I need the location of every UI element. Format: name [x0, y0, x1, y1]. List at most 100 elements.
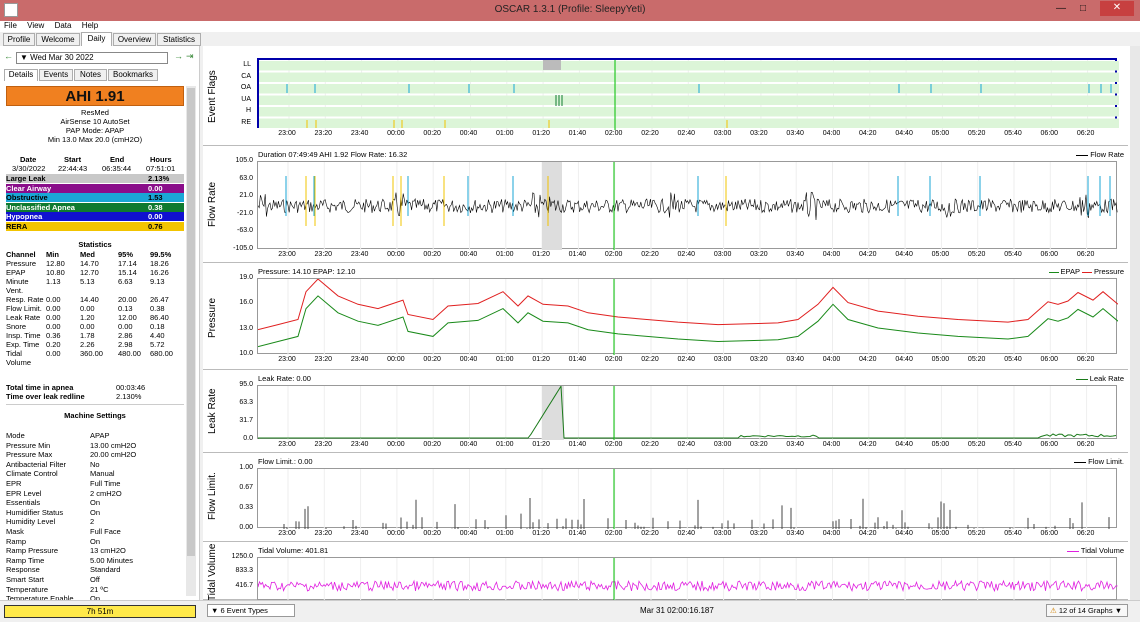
- x-tick-label: 01:00: [496, 130, 514, 137]
- x-tick-label: 06:00: [1040, 441, 1059, 448]
- x-tick-label: 04:20: [859, 130, 877, 137]
- plot-flowlim[interactable]: [257, 468, 1117, 529]
- tab-daily[interactable]: Daily: [81, 32, 112, 46]
- stats-value: 0.00: [46, 295, 61, 304]
- next-day-icon[interactable]: →: [174, 51, 183, 61]
- stats-row: EPAP 10.80 12.70 15.14 16.26: [6, 268, 184, 277]
- close-button[interactable]: ✕: [1100, 1, 1134, 16]
- event-types-dropdown[interactable]: ▼ 6 Event Types: [207, 604, 295, 617]
- panel-leak[interactable]: Leak Rate Leak Rate: 0.00 Leak Rate 95.0 63.…: [203, 371, 1128, 453]
- scrollbar-thumb[interactable]: [187, 88, 195, 556]
- x-tick-label: 00:40: [459, 251, 478, 258]
- x-tick-label: 06:20: [1076, 251, 1095, 258]
- session-header: Date Start End Hours: [6, 155, 184, 164]
- x-tick-label: 01:40: [568, 251, 587, 258]
- setting-row: Response Standard: [6, 565, 184, 574]
- x-tick-label: 04:20: [859, 530, 877, 537]
- x-axis-ticks: 23:00 23:20 23:40 00:00 00:20 00:40 01:00 01:20…: [257, 530, 1117, 539]
- svg-flags: [259, 60, 1119, 130]
- panel-flags[interactable]: Event Flags LL CA OA UA H RE 23:00 23:20 23:40 00:…: [203, 46, 1128, 146]
- plot-leak[interactable]: [257, 385, 1117, 440]
- menu-file[interactable]: File: [4, 21, 17, 30]
- stats-value: 12.00: [118, 313, 137, 322]
- date-value: Wed Mar 30 2022: [30, 53, 94, 62]
- left-scrollbar[interactable]: [186, 86, 196, 596]
- subtab-bookmarks[interactable]: Bookmarks: [108, 69, 158, 81]
- x-tick-label: 01:20: [532, 251, 550, 258]
- left-pane: ← ▼ Wed Mar 30 2022 → ⇥ Details Events N…: [0, 46, 200, 603]
- panel-leak-legend: Leak Rate: [1075, 374, 1124, 383]
- stats-value: 480.00: [118, 349, 141, 358]
- x-tick-label: 04:00: [822, 441, 841, 448]
- y-tick-label: 19.0: [239, 274, 253, 281]
- tab-profile[interactable]: Profile: [3, 33, 35, 46]
- plot-tidal[interactable]: [257, 557, 1118, 601]
- x-tick-label: 04:00: [822, 130, 841, 137]
- x-tick-label: 00:40: [459, 530, 478, 537]
- x-tick-label: 23:00: [278, 530, 296, 537]
- panel-flowlim[interactable]: Flow Limit. Flow Limit.: 0.00 Flow Limit. 1…: [203, 454, 1128, 542]
- flag-row-bg: [259, 107, 1119, 117]
- y-tick-label: 0.33: [239, 504, 253, 511]
- graphs-dropdown[interactable]: ⚠ 12 of 14 Graphs ▼: [1046, 604, 1128, 617]
- flag-row-bg: [259, 61, 1119, 71]
- graph-scrollbar[interactable]: [1130, 46, 1140, 600]
- window-title: OSCAR 1.3.1 (Profile: SleepyYeti): [494, 4, 646, 15]
- last-day-icon[interactable]: ⇥: [186, 51, 194, 62]
- setting-value: 2 cmH2O: [90, 488, 122, 498]
- stats-h-min: Min: [46, 250, 59, 259]
- svg-leak: [258, 386, 1117, 440]
- stats-h-channel: Channel: [6, 250, 36, 259]
- tab-statistics[interactable]: Statistics: [157, 33, 201, 46]
- panel-pressure[interactable]: Pressure Pressure: 14.10 EPAP: 12.10 EPAP P…: [203, 264, 1128, 370]
- session-duration-bar[interactable]: 7h 51m: [4, 605, 196, 618]
- panel-flow-title: Duration 07:49:49 AHI 1.92 Flow Rate: 16…: [258, 150, 408, 159]
- panel-pressure-label: Pressure: [207, 297, 218, 338]
- plot-flags[interactable]: [257, 58, 1119, 130]
- event-name: Obstructive: [6, 193, 48, 202]
- x-tick-label: 05:00: [931, 441, 950, 448]
- setting-row: Smart Start Off: [6, 575, 184, 584]
- dropdown-triangle-icon: ▼: [20, 53, 31, 62]
- stats-channel: Resp. Rate: [6, 295, 44, 304]
- legend-swatch: [1048, 271, 1059, 273]
- event-index-row: Unclassified Apnea 0.38: [6, 202, 184, 212]
- panel-pressure-title: Pressure: 14.10 EPAP: 12.10: [258, 267, 356, 276]
- date-picker[interactable]: ▼ Wed Mar 30 2022: [16, 52, 168, 64]
- stats-value: 2.98: [118, 340, 133, 349]
- y-tick-label: 10.0: [239, 350, 253, 357]
- flag-row-label: CA: [241, 72, 251, 80]
- plot-flow[interactable]: [257, 161, 1118, 250]
- tab-overview[interactable]: Overview: [113, 33, 156, 46]
- event-name: Large Leak: [6, 174, 46, 183]
- panel-flow[interactable]: Flow Rate Duration 07:49:49 AHI 1.92 Flow…: [203, 147, 1128, 263]
- prev-day-icon[interactable]: ←: [4, 51, 13, 61]
- x-tick-label: 06:00: [1040, 356, 1059, 363]
- title-bar: OSCAR 1.3.1 (Profile: SleepyYeti) — □ ✕: [0, 0, 1140, 21]
- event-index-row: Obstructive 1.53: [6, 193, 184, 202]
- legend-swatch: [1074, 461, 1087, 463]
- plot-pressure[interactable]: [257, 278, 1118, 355]
- minimize-button[interactable]: —: [1052, 3, 1070, 14]
- stats-value: 16.26: [150, 268, 169, 277]
- session-date: 3/30/2022: [12, 164, 46, 173]
- stats-value: 18.26: [150, 259, 169, 268]
- subtab-notes[interactable]: Notes: [74, 69, 107, 81]
- panel-tidal[interactable]: Tidal Volume Tidal Volume: 401.81 Tidal Vo…: [203, 543, 1128, 601]
- subtab-details[interactable]: Details: [4, 69, 38, 81]
- panel-leak-title: Leak Rate: 0.00: [258, 374, 311, 383]
- subtab-events[interactable]: Events: [39, 69, 73, 81]
- maximize-button[interactable]: □: [1074, 3, 1092, 14]
- panel-tidal-legend: Tidal Volume: [1066, 546, 1124, 555]
- menu-data[interactable]: Data: [55, 21, 72, 30]
- stats-value: 17.14: [118, 259, 137, 268]
- stats-value: 14.70: [80, 259, 99, 268]
- menu-view[interactable]: View: [27, 21, 44, 30]
- setting-value: APAP: [90, 431, 110, 440]
- tab-welcome[interactable]: Welcome: [36, 33, 80, 46]
- y-tick-label: 63.3: [239, 399, 253, 406]
- x-tick-label: 04:20: [859, 356, 877, 363]
- stats-channel: Exp. Time: [6, 340, 40, 349]
- x-tick-label: 00:00: [387, 356, 405, 363]
- menu-help[interactable]: Help: [82, 21, 98, 30]
